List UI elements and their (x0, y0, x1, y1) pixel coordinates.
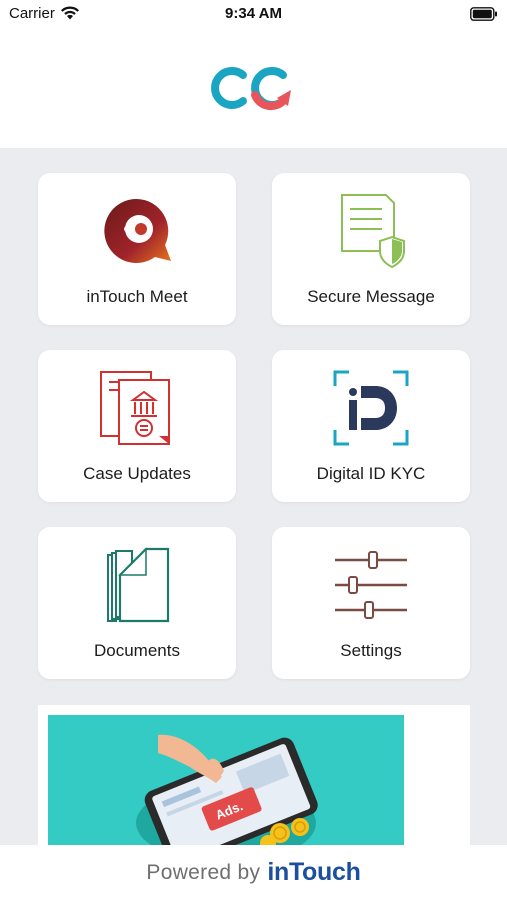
tile-label: Documents (94, 641, 180, 660)
sliders-icon (335, 551, 407, 619)
tile-label: Digital ID KYC (316, 464, 426, 483)
case-document-icon (100, 371, 170, 445)
digital-id-icon (333, 370, 409, 446)
footer: Powered by inTouch (0, 845, 507, 900)
tile-documents[interactable]: Documents (38, 527, 236, 679)
chat-bubble-icon (104, 198, 171, 263)
folder-icon (107, 547, 170, 623)
tile-label: inTouch Meet (86, 287, 188, 306)
ad-banner[interactable]: Ads. (38, 705, 470, 845)
tile-digital-id-kyc[interactable]: Digital ID KYC (272, 350, 470, 502)
battery-icon (470, 7, 497, 21)
secure-document-icon (341, 194, 405, 269)
tile-secure-message[interactable]: Secure Message (272, 173, 470, 325)
tile-label: Settings (340, 641, 402, 660)
tile-label: Case Updates (83, 464, 191, 483)
intouch-logo-icon (211, 67, 291, 111)
menu-grid: inTouch Meet Secure Message Case Updates… (0, 148, 507, 698)
status-time: 9:34 AM (225, 5, 282, 22)
tile-label: Secure Message (307, 287, 435, 306)
status-bar: Carrier 9:34 AM (0, 0, 507, 30)
app-header (0, 30, 507, 148)
tile-case-updates[interactable]: Case Updates (38, 350, 236, 502)
powered-by-label: Powered by (146, 860, 261, 884)
ad-image: Ads. (48, 715, 404, 845)
brand-name: inTouch (267, 858, 361, 886)
tile-intouch-meet[interactable]: inTouch Meet (38, 173, 236, 325)
tile-settings[interactable]: Settings (272, 527, 470, 679)
